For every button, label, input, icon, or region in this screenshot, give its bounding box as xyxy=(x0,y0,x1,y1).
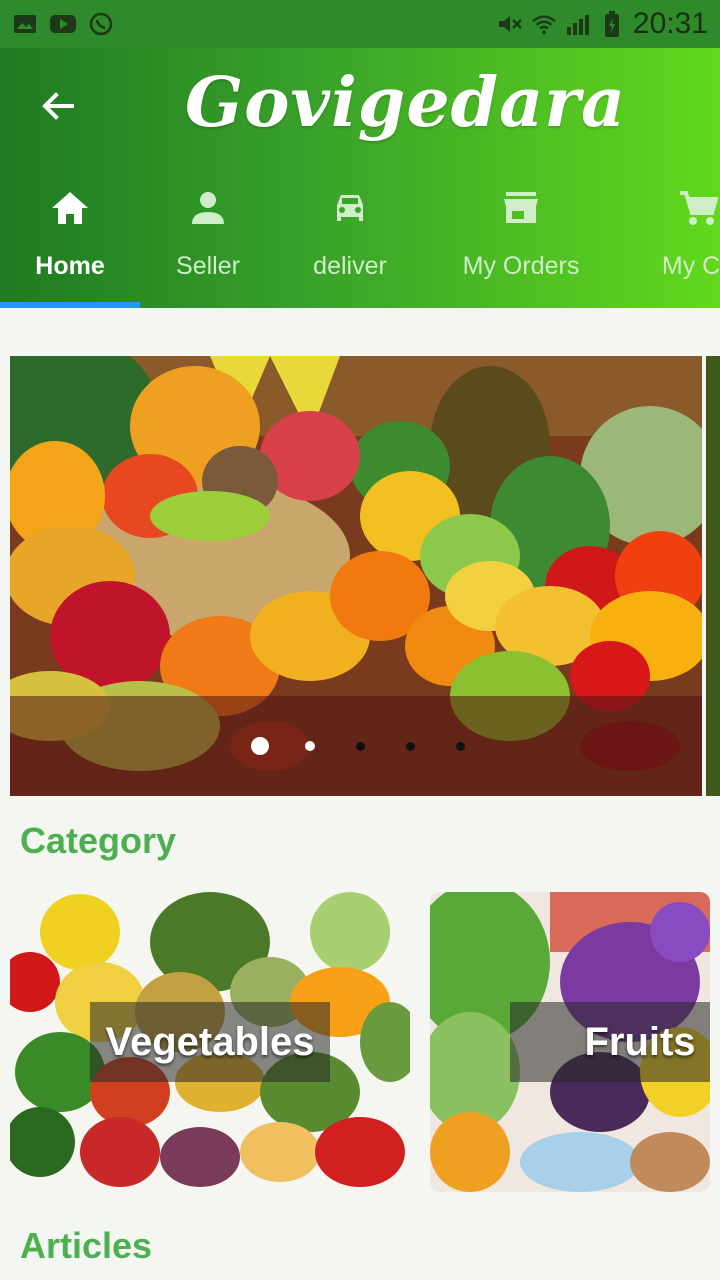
tab-indicator xyxy=(0,302,140,308)
arrow-back-icon xyxy=(42,92,74,120)
tab-label: My Ca xyxy=(661,252,720,280)
banner-carousel[interactable] xyxy=(10,356,702,796)
battery-icon xyxy=(599,11,625,37)
store-icon xyxy=(499,186,543,230)
tab-label: deliver xyxy=(313,252,387,280)
category-label-box: Fruits xyxy=(510,1002,710,1082)
category-label-box: Vegetables xyxy=(90,1002,330,1082)
status-time: 20:31 xyxy=(632,7,708,40)
carousel-dot[interactable] xyxy=(305,741,315,751)
car-icon xyxy=(328,186,372,230)
articles-title: Articles xyxy=(20,1225,153,1266)
tab-my-cart[interactable]: My Ca xyxy=(618,180,720,308)
carousel-dot[interactable] xyxy=(355,741,365,751)
mute-icon xyxy=(497,13,523,35)
category-card-fruits[interactable]: Fruits xyxy=(430,892,710,1192)
carousel-dot[interactable] xyxy=(405,741,415,751)
cart-icon xyxy=(676,186,720,230)
tab-deliver[interactable]: deliver xyxy=(276,180,424,308)
app-title: Govigedara xyxy=(185,63,627,143)
category-title: Category xyxy=(20,820,177,861)
signal-icon xyxy=(565,13,591,35)
tab-home[interactable]: Home xyxy=(0,180,140,308)
image-icon xyxy=(12,13,38,35)
app-bar: Govigedara Home Seller deliver My Orders xyxy=(0,48,720,308)
whatsapp-icon xyxy=(88,12,114,36)
category-label: Vegetables xyxy=(105,1019,315,1064)
tab-label: Seller xyxy=(176,252,240,280)
wifi-icon xyxy=(531,13,557,35)
next-slide-peek xyxy=(706,356,720,796)
back-button[interactable] xyxy=(30,78,86,134)
tab-bar: Home Seller deliver My Orders My Ca xyxy=(0,180,720,308)
person-icon xyxy=(186,186,230,230)
status-bar: 20:31 xyxy=(0,0,720,48)
youtube-icon xyxy=(50,13,76,35)
tab-label: Home xyxy=(35,252,105,280)
category-label: Fruits xyxy=(584,1019,696,1064)
carousel-dot[interactable] xyxy=(455,741,465,751)
category-card-vegetables[interactable]: Vegetables xyxy=(10,892,410,1192)
carousel-dot[interactable] xyxy=(251,737,269,755)
tab-my-orders[interactable]: My Orders xyxy=(424,180,618,308)
tab-seller[interactable]: Seller xyxy=(140,180,276,308)
home-icon xyxy=(48,186,92,230)
tab-label: My Orders xyxy=(462,252,580,280)
